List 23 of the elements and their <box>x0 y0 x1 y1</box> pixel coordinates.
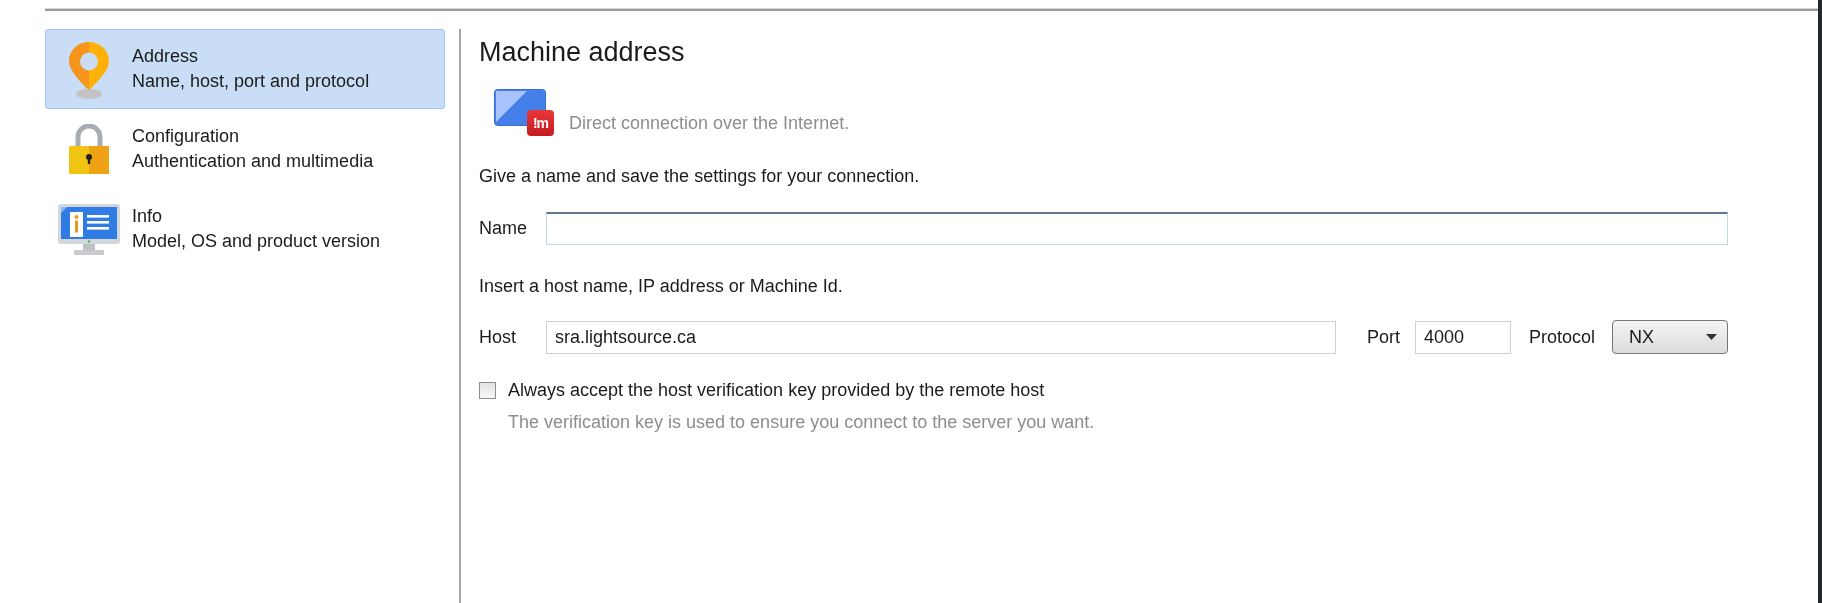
field-label: Port <box>1366 325 1400 349</box>
field-label: Protocol <box>1528 325 1595 349</box>
port-field[interactable]: 4000 <box>1414 320 1511 354</box>
sidebar-item[interactable]: Address Name, host, port and protocol <box>45 29 445 109</box>
protocol-dropdown[interactable]: NX <box>1612 320 1728 354</box>
hint-text: The verification key is used to ensure you connect to the server you want. <box>507 411 1096 434</box>
padlock-icon <box>69 124 109 174</box>
checkbox-label: Always accept the host verification key provided by the remote host <box>508 379 1045 402</box>
location-pin-icon <box>68 39 110 99</box>
monitor-icon <box>58 203 120 255</box>
host-field[interactable]: sra.lightsource.ca <box>546 320 1336 354</box>
instruction-text: Insert a host name, IP address or Machine Id. <box>479 275 844 298</box>
caret-icon <box>1706 334 1717 340</box>
instruction-text: Give a name and save the settings for your connection. <box>479 165 921 188</box>
logo-badge: !m <box>527 110 554 136</box>
field-label: Host <box>479 325 517 349</box>
name-field[interactable] <box>546 212 1728 245</box>
checkbox[interactable] <box>479 381 496 399</box>
sidebar-item[interactable]: Configuration Authentication and multimedia <box>45 109 445 189</box>
field-label: Name <box>479 217 528 240</box>
connection-description: Direct connection over the Internet. <box>569 112 850 135</box>
section-title: Machine address <box>479 36 686 69</box>
sidebar-item[interactable]: Info Model, OS and product version <box>45 189 445 269</box>
